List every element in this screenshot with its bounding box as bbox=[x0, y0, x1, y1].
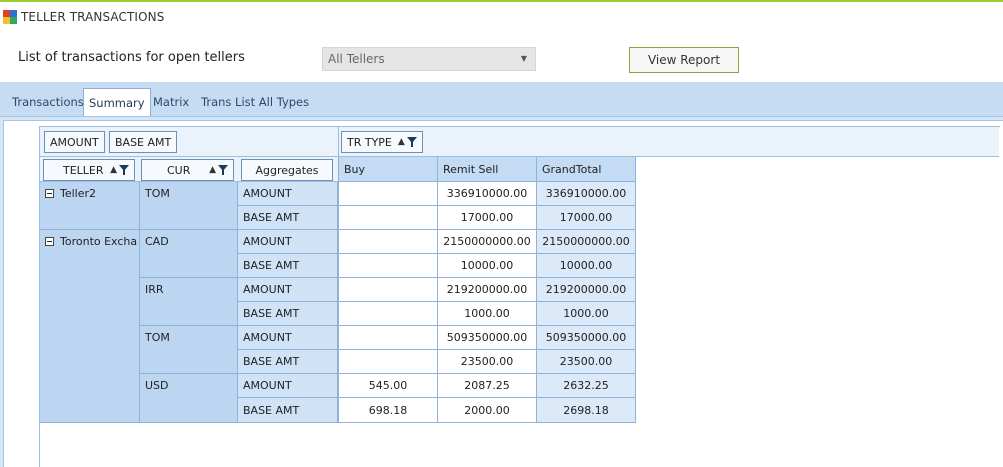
view-report-button[interactable]: View Report bbox=[629, 47, 739, 73]
row-header-currency[interactable]: IRR bbox=[140, 278, 238, 326]
aggregate-label: BASE AMT bbox=[238, 398, 338, 423]
data-cell-remit-sell[interactable]: 336910000.00 bbox=[438, 182, 537, 206]
row-header-teller[interactable]: Toronto Excha bbox=[40, 230, 140, 423]
teller-select[interactable]: All Tellers ▼ bbox=[322, 47, 536, 71]
data-cell-grand-total[interactable]: 2632.25 bbox=[537, 374, 636, 398]
data-cell-remit-sell[interactable]: 219200000.00 bbox=[438, 278, 537, 302]
header-label: List of transactions for open tellers bbox=[18, 50, 245, 65]
column-field-tr-type[interactable]: TR TYPE ▲ bbox=[341, 131, 423, 153]
data-cell-remit-sell[interactable]: 509350000.00 bbox=[438, 326, 537, 350]
data-cell-grand-total[interactable]: 10000.00 bbox=[537, 254, 636, 278]
tab-matrix[interactable]: Matrix bbox=[148, 89, 194, 114]
data-cell-grand-total[interactable]: 17000.00 bbox=[537, 206, 636, 230]
aggregate-label: AMOUNT bbox=[238, 230, 338, 254]
row-field-teller-label: TELLER bbox=[63, 163, 104, 177]
filter-icon[interactable] bbox=[119, 165, 129, 175]
data-cell-buy[interactable]: 698.18 bbox=[338, 398, 438, 423]
filter-icon[interactable] bbox=[406, 137, 417, 147]
collapse-icon[interactable] bbox=[45, 189, 54, 198]
column-header-remit-sell[interactable]: Remit Sell bbox=[438, 157, 537, 182]
row-header-teller[interactable]: Teller2 bbox=[40, 182, 140, 230]
row-field-cur-label: CUR bbox=[167, 163, 191, 177]
teller-select-value: All Tellers bbox=[328, 52, 385, 66]
title-bar: TELLER TRANSACTIONS bbox=[3, 7, 164, 27]
data-cell-grand-total[interactable]: 219200000.00 bbox=[537, 278, 636, 302]
tab-summary[interactable]: Summary bbox=[83, 88, 151, 116]
data-cell-grand-total[interactable]: 1000.00 bbox=[537, 302, 636, 326]
row-header-currency[interactable]: USD bbox=[140, 374, 238, 423]
teller-name: Toronto Excha bbox=[60, 235, 138, 248]
data-cell-buy[interactable]: 545.00 bbox=[338, 374, 438, 398]
data-cell-buy[interactable] bbox=[338, 326, 438, 350]
data-cell-remit-sell[interactable]: 23500.00 bbox=[438, 350, 537, 374]
data-cell-buy[interactable] bbox=[338, 206, 438, 230]
data-cell-buy[interactable] bbox=[338, 302, 438, 326]
window-top-accent bbox=[0, 0, 1003, 2]
data-cell-remit-sell[interactable]: 17000.00 bbox=[438, 206, 537, 230]
data-cell-grand-total[interactable]: 509350000.00 bbox=[537, 326, 636, 350]
dropdown-arrow-icon[interactable]: ▼ bbox=[521, 54, 527, 63]
aggregate-label: AMOUNT bbox=[238, 326, 338, 350]
collapse-icon[interactable] bbox=[45, 237, 54, 246]
aggregate-label: BASE AMT bbox=[238, 302, 338, 326]
row-header-currency[interactable]: TOM bbox=[140, 182, 238, 230]
data-cell-remit-sell[interactable]: 1000.00 bbox=[438, 302, 537, 326]
data-cell-buy[interactable] bbox=[338, 350, 438, 374]
data-cell-grand-total[interactable]: 23500.00 bbox=[537, 350, 636, 374]
aggregate-label: BASE AMT bbox=[238, 350, 338, 374]
data-cell-remit-sell[interactable]: 10000.00 bbox=[438, 254, 537, 278]
aggregate-label: AMOUNT bbox=[238, 182, 338, 206]
data-cell-buy[interactable] bbox=[338, 182, 438, 206]
data-cell-buy[interactable] bbox=[338, 278, 438, 302]
data-cell-buy[interactable] bbox=[338, 230, 438, 254]
column-field-tr-type-label: TR TYPE bbox=[347, 135, 392, 149]
aggregate-label: AMOUNT bbox=[238, 374, 338, 398]
row-field-cur[interactable]: CUR ▲ bbox=[141, 159, 234, 181]
aggregate-label: BASE AMT bbox=[238, 254, 338, 278]
filter-icon[interactable] bbox=[218, 165, 228, 175]
row-field-teller[interactable]: TELLER ▲ bbox=[43, 159, 135, 181]
aggregates-header: Aggregates bbox=[241, 159, 333, 181]
app-icon bbox=[3, 10, 17, 24]
window-title: TELLER TRANSACTIONS bbox=[21, 10, 165, 24]
tab-trans-list-all-types[interactable]: Trans List All Types bbox=[196, 89, 314, 114]
data-field-amount[interactable]: AMOUNT bbox=[44, 131, 105, 153]
data-cell-remit-sell[interactable]: 2150000000.00 bbox=[438, 230, 537, 254]
row-header-currency[interactable]: CAD bbox=[140, 230, 238, 278]
column-header-grand-total[interactable]: GrandTotal bbox=[537, 157, 636, 182]
data-field-base-amt[interactable]: BASE AMT bbox=[109, 131, 178, 153]
row-header-currency[interactable]: TOM bbox=[140, 326, 238, 374]
data-cell-grand-total[interactable]: 2698.18 bbox=[537, 398, 636, 423]
teller-name: Teller2 bbox=[60, 187, 97, 200]
sort-asc-icon: ▲ bbox=[110, 165, 117, 175]
data-cell-remit-sell[interactable]: 2087.25 bbox=[438, 374, 537, 398]
sort-asc-icon: ▲ bbox=[209, 165, 216, 175]
aggregate-label: BASE AMT bbox=[238, 206, 338, 230]
data-cell-grand-total[interactable]: 336910000.00 bbox=[537, 182, 636, 206]
data-cell-remit-sell[interactable]: 2000.00 bbox=[438, 398, 537, 423]
data-cell-grand-total[interactable]: 2150000000.00 bbox=[537, 230, 636, 254]
aggregate-label: AMOUNT bbox=[238, 278, 338, 302]
column-header-buy[interactable]: Buy bbox=[338, 157, 438, 182]
tab-transactions[interactable]: Transactions bbox=[7, 89, 89, 114]
sort-asc-icon: ▲ bbox=[397, 137, 405, 147]
column-field-area bbox=[338, 127, 999, 157]
data-cell-buy[interactable] bbox=[338, 254, 438, 278]
